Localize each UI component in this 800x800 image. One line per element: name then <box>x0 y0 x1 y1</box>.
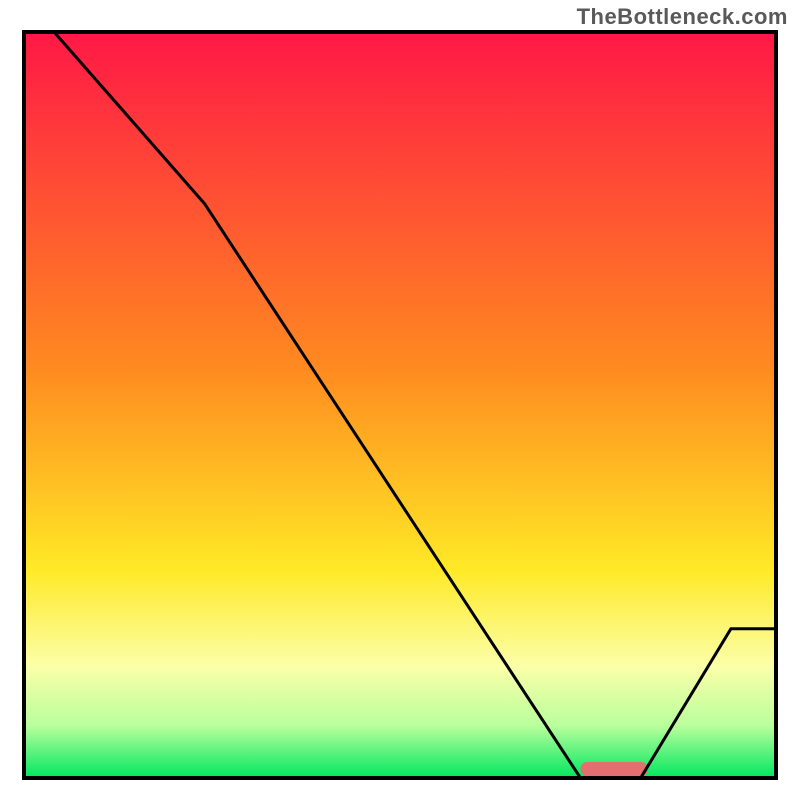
bottleneck-chart <box>0 0 800 800</box>
chart-container: { "watermark": "TheBottleneck.com", "cha… <box>0 0 800 800</box>
watermark-text: TheBottleneck.com <box>577 4 788 30</box>
gradient-background <box>24 32 776 778</box>
optimal-range-marker <box>580 762 648 776</box>
